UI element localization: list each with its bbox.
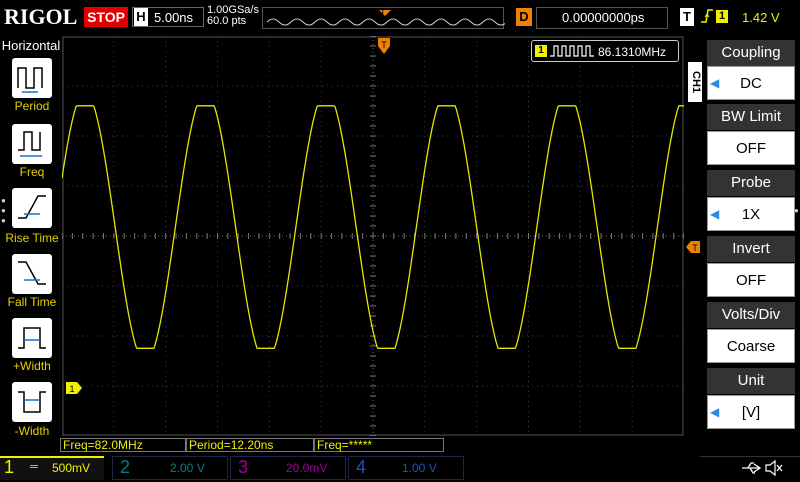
channel-1-waveform: [61, 105, 684, 349]
channel-1-offset-marker[interactable]: 1: [66, 381, 82, 399]
unit-arrow-icon: ◀: [710, 405, 720, 419]
volts-div-title: Volts/Div: [707, 302, 795, 328]
trigger-position-marker-label: T: [381, 40, 387, 50]
measure-freq[interactable]: Freq=82.0MHz: [60, 438, 186, 452]
brand-logo: RIGOL: [4, 4, 78, 29]
rise-time-button[interactable]: [12, 188, 52, 228]
usb-icon: [740, 460, 762, 481]
square-wave-icon: [549, 44, 595, 63]
rise-time-icon: [18, 195, 46, 219]
trigger-channel-badge: 1: [716, 10, 728, 23]
channel-1-coupling-icon: ═: [30, 461, 38, 473]
frequency-icon: [18, 131, 42, 157]
scroll-dots-icon: ● ● ●: [1, 196, 6, 225]
positive-width-button[interactable]: [12, 318, 52, 358]
negative-width-label: -Width: [14, 424, 50, 438]
trigger-marker-label: T: [380, 7, 386, 17]
trigger-letter: T: [680, 8, 694, 26]
timebase-letter: H: [134, 8, 148, 26]
invert-title: Invert: [707, 236, 795, 262]
channel-2-scale: 2.00 V: [170, 461, 205, 475]
graticule: [61, 35, 685, 437]
rise-time-label: Rise Time: [5, 231, 59, 245]
unit-title: Unit: [707, 368, 795, 394]
coupling-arrow-icon: ◀: [710, 76, 720, 90]
channel-2-number: 2: [120, 457, 131, 477]
sample-info: 1.00GSa/s 60.0 pts: [207, 5, 259, 27]
positive-width-label: +Width: [13, 359, 51, 373]
run-stop-status[interactable]: STOP: [84, 7, 128, 27]
rising-edge-icon: [700, 6, 714, 30]
period-icon: [17, 67, 43, 93]
fall-time-button[interactable]: [12, 254, 52, 294]
measure-period[interactable]: Period=12.20ns: [186, 438, 314, 452]
channel-3-number: 3: [238, 457, 249, 477]
fall-time-label: Fall Time: [7, 295, 57, 309]
speaker-mute-icon[interactable]: [764, 459, 784, 482]
measure-freq-2[interactable]: Freq=*****: [314, 438, 444, 452]
channel-tab: CH1: [688, 62, 702, 102]
volts-div-button[interactable]: Coarse: [707, 329, 795, 363]
counter-channel-badge: 1: [535, 45, 547, 57]
memory-depth: 60.0 pts: [207, 15, 247, 27]
delay-letter: D: [516, 8, 532, 26]
bw-limit-title: BW Limit: [707, 104, 795, 130]
probe-arrow-icon: ◀: [710, 207, 720, 221]
trigger-level: 1.42 V: [742, 10, 780, 25]
probe-title: Probe: [707, 170, 795, 196]
right-scroll-dots-icon: ●: [794, 206, 799, 215]
coupling-button[interactable]: DC: [707, 66, 795, 100]
freq-button[interactable]: [12, 124, 52, 164]
coupling-title: Coupling: [707, 40, 795, 66]
channel-1-scale: 500mV: [52, 461, 91, 475]
unit-button[interactable]: [V]: [707, 395, 795, 429]
invert-button[interactable]: OFF: [707, 263, 795, 297]
fall-time-icon: [18, 261, 46, 285]
negative-width-button[interactable]: [12, 382, 52, 422]
positive-width-icon: [18, 327, 46, 349]
channel-3-scale: 20.0mV: [286, 461, 328, 475]
menu-title: Horizontal: [1, 38, 61, 53]
freq-label: Freq: [19, 165, 45, 179]
trigger-position-marker[interactable]: T: [378, 38, 390, 61]
channel-1-number: 1: [4, 457, 15, 477]
channel-1-offset-marker-label: 1: [69, 384, 74, 394]
timebase-value: 5.00ns: [154, 10, 194, 25]
bw-limit-button[interactable]: OFF: [707, 131, 795, 165]
delay-value: 0.00000000ps: [562, 10, 645, 25]
channel-4-number: 4: [356, 457, 367, 477]
period-label: Period: [14, 99, 50, 113]
period-button[interactable]: [12, 58, 52, 98]
waveform-display[interactable]: [61, 35, 685, 437]
channel-4-scale: 1.00 V: [402, 461, 437, 475]
probe-button[interactable]: 1X: [707, 197, 795, 231]
counter-value: 86.1310MHz: [598, 45, 667, 59]
negative-width-icon: [18, 391, 46, 413]
